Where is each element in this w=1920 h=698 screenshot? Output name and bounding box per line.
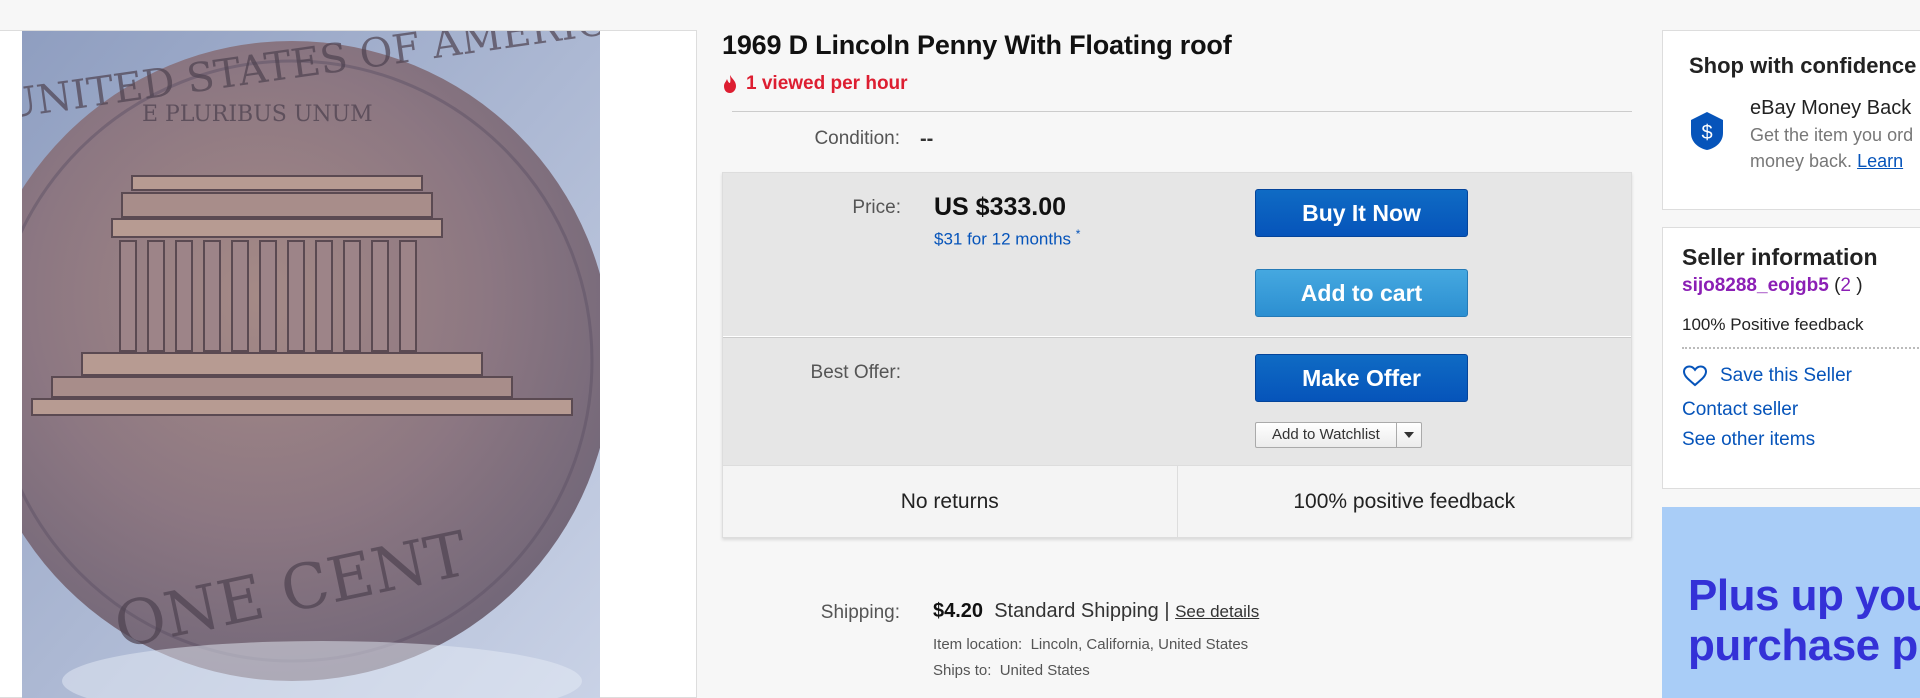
price-label: Price:	[852, 197, 901, 218]
seller-score-link[interactable]: 2	[1840, 275, 1851, 296]
seller-username-row: sijo8288_eojgb5 (2 )	[1682, 275, 1920, 297]
shield-icon: $	[1691, 112, 1723, 150]
shipping-method: Standard Shipping	[994, 600, 1159, 622]
promo-line2: purchase p	[1688, 621, 1918, 670]
ships-to: Ships to: United States	[933, 662, 1090, 679]
best-offer-section: Best Offer: Make Offer Add to Watchlist	[723, 337, 1631, 465]
promo-line1: Plus up you	[1688, 571, 1920, 620]
item-location-value: Lincoln, California, United States	[1030, 636, 1249, 653]
returns-policy: No returns	[900, 489, 999, 513]
seller-information-card: Seller information sijo8288_eojgb5 (2 ) …	[1662, 227, 1920, 489]
learn-more-link[interactable]: Learn	[1857, 151, 1903, 171]
ships-to-value: United States	[999, 662, 1090, 679]
shipping-label: Shipping:	[820, 602, 900, 623]
flame-icon	[724, 75, 736, 93]
activity-text: 1 viewed per hour	[746, 73, 908, 94]
save-seller-label: Save this Seller	[1720, 365, 1853, 386]
activity-signal: 1 viewed per hour	[722, 73, 1632, 95]
promo-banner[interactable]: Plus up you purchase p	[1662, 507, 1920, 698]
right-rail: Shop with confidence $ eBay Money Back G…	[1662, 30, 1920, 698]
coin-image: E PLURIBUS UNUM UNITED STATES OF AMERICA…	[22, 31, 600, 698]
product-photo[interactable]: E PLURIBUS UNUM UNITED STATES OF AMERICA…	[22, 31, 600, 698]
condition-row: Condition: --	[722, 128, 1632, 160]
price-section: Price: US $333.00 $31 for 12 months * Bu…	[723, 173, 1631, 337]
item-location: Item location: Lincoln, California, Unit…	[933, 636, 1248, 653]
mbg-title: eBay Money Back	[1750, 97, 1912, 119]
item-title: 1969 D Lincoln Penny With Floating roof	[722, 30, 1232, 60]
mbg-description: Get the item you ord money back. Learn	[1750, 122, 1920, 174]
financing-text: $31 for 12 months	[934, 229, 1072, 249]
ships-to-label: Ships to:	[933, 662, 992, 679]
add-to-cart-button[interactable]: Add to cart	[1255, 269, 1468, 317]
seller-positive-feedback: 100% Positive feedback	[1682, 315, 1920, 349]
mbg-desc-line1: Get the item you ord	[1750, 125, 1914, 145]
coin-motto: E PLURIBUS UNUM	[142, 102, 373, 127]
buy-it-now-button[interactable]: Buy It Now	[1255, 189, 1468, 237]
chevron-down-icon	[1403, 432, 1414, 438]
seller-feedback-summary: 100% positive feedback	[1176, 466, 1632, 537]
divider	[732, 111, 1632, 112]
seller-heading: Seller information	[1682, 244, 1878, 270]
contact-seller-link[interactable]: Contact seller	[1682, 399, 1920, 421]
shipping-cost: $4.20	[933, 600, 984, 622]
condition-label: Condition:	[814, 128, 900, 149]
heart-icon	[1682, 365, 1708, 387]
seller-username-link[interactable]: sijo8288_eojgb5	[1682, 275, 1829, 296]
see-other-items-link[interactable]: See other items	[1682, 429, 1920, 451]
svg-text:$: $	[1701, 122, 1712, 144]
best-offer-label: Best Offer:	[810, 362, 901, 383]
financing-link[interactable]: $31 for 12 months *	[934, 227, 1080, 250]
money-back-guarantee: $ eBay Money Back Get the item you ord m…	[1689, 97, 1920, 174]
see-details-link[interactable]: See details	[1175, 602, 1259, 621]
shipping-separator: |	[1164, 600, 1170, 622]
make-offer-button[interactable]: Make Offer	[1255, 354, 1468, 402]
trust-bar: No returns 100% positive feedback	[723, 465, 1631, 537]
save-seller-button[interactable]: Save this Seller	[1682, 365, 1920, 387]
financing-mark: *	[1075, 227, 1081, 241]
listing-page: E PLURIBUS UNUM UNITED STATES OF AMERICA…	[0, 0, 1920, 698]
confidence-heading: Shop with confidence	[1689, 53, 1917, 78]
shop-with-confidence-card: Shop with confidence $ eBay Money Back G…	[1662, 30, 1920, 210]
item-location-label: Item location:	[933, 636, 1023, 653]
condition-value: --	[920, 128, 934, 150]
watchlist-control: Add to Watchlist	[1255, 422, 1422, 448]
image-gallery: E PLURIBUS UNUM UNITED STATES OF AMERICA…	[0, 30, 697, 698]
watchlist-dropdown-toggle[interactable]	[1397, 423, 1421, 447]
shipping-summary: $4.20 Standard Shipping | See details	[933, 600, 1259, 623]
item-details: 1969 D Lincoln Penny With Floating roof …	[722, 30, 1632, 679]
mbg-desc-line2: money back.	[1750, 151, 1853, 171]
add-to-watchlist-button[interactable]: Add to Watchlist	[1256, 423, 1397, 447]
buy-box: Price: US $333.00 $31 for 12 months * Bu…	[722, 172, 1632, 538]
seller-score: (2 )	[1834, 275, 1863, 296]
price-value: US $333.00	[934, 193, 1067, 221]
